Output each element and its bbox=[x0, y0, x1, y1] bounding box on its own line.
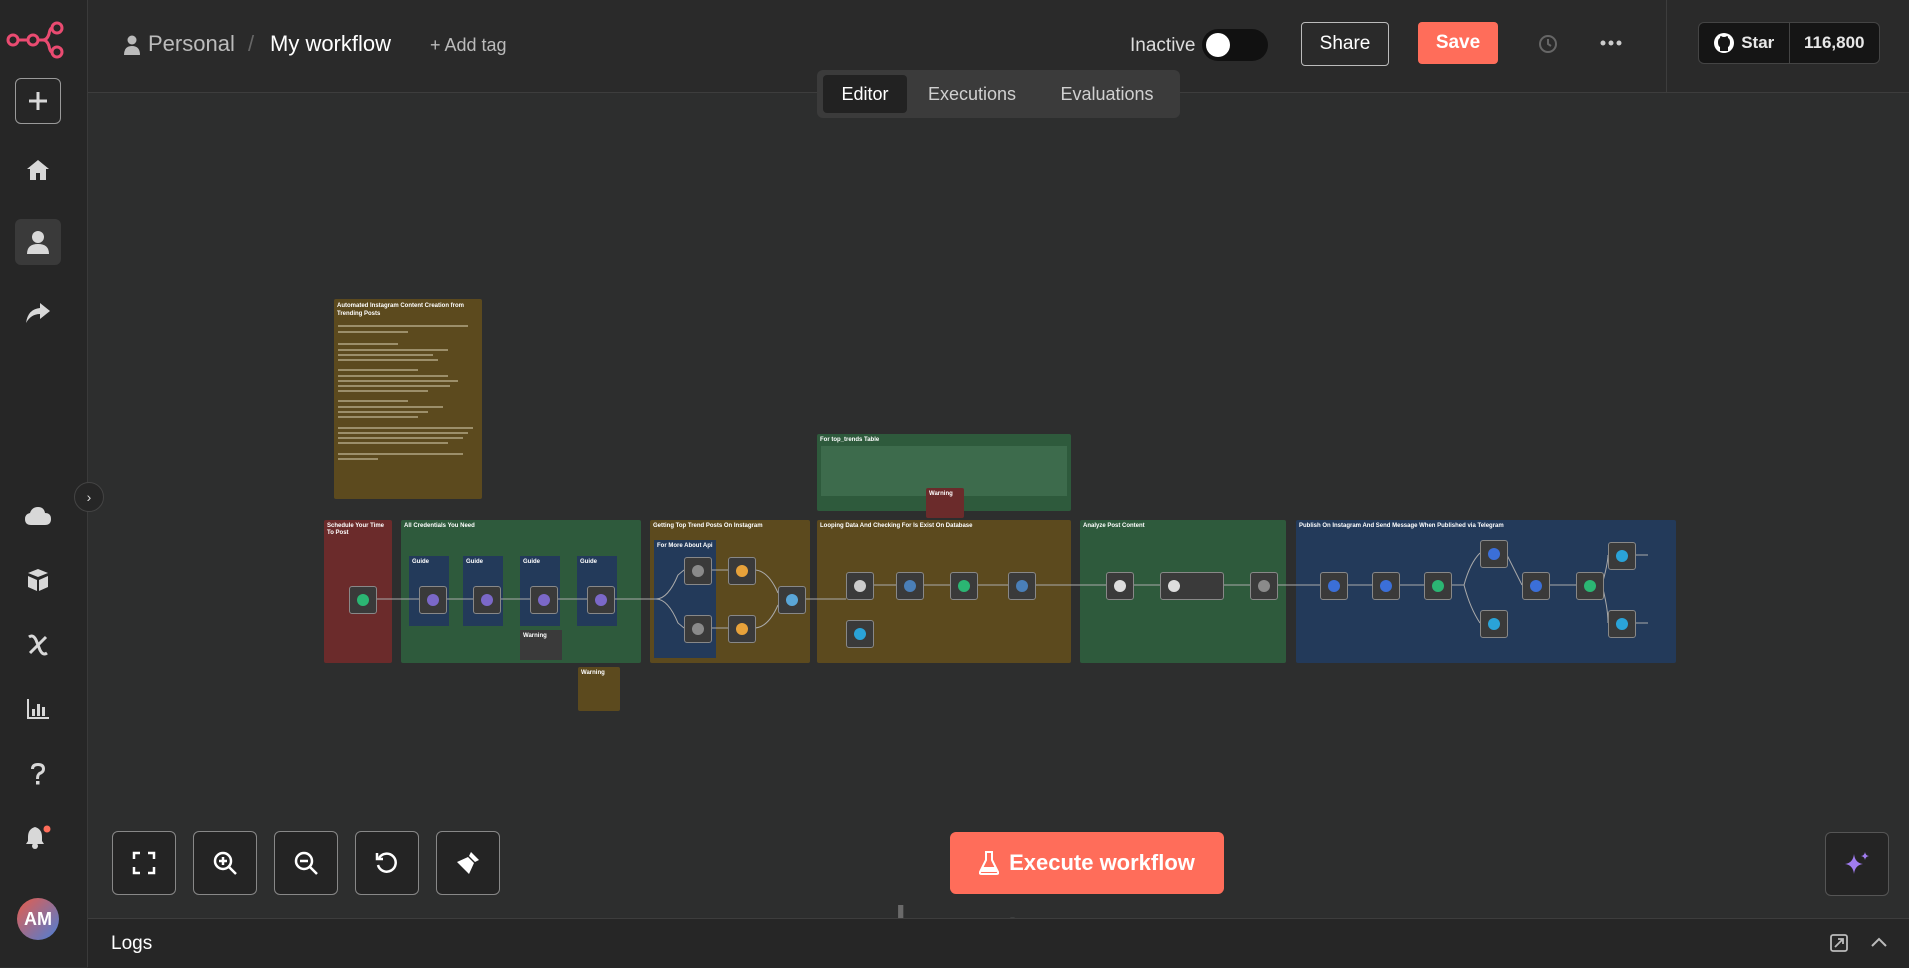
sidebar-item-insights[interactable] bbox=[15, 686, 61, 732]
share-button[interactable]: Share bbox=[1301, 22, 1389, 66]
fit-view-icon bbox=[132, 851, 156, 875]
popout-icon[interactable] bbox=[1830, 934, 1848, 952]
github-star-label: Star bbox=[1741, 33, 1775, 52]
sparkles-icon bbox=[1845, 852, 1869, 874]
tidy-up-button[interactable] bbox=[436, 831, 500, 895]
user-icon bbox=[124, 35, 140, 55]
if-node[interactable] bbox=[1424, 572, 1452, 600]
set-node[interactable] bbox=[419, 586, 447, 614]
sidebar-item-cloud[interactable] bbox=[15, 493, 61, 539]
loop-node[interactable] bbox=[846, 572, 874, 600]
facebook-node[interactable] bbox=[1522, 572, 1550, 600]
set-node[interactable] bbox=[473, 586, 501, 614]
flask-icon bbox=[979, 851, 1000, 875]
user-icon bbox=[27, 231, 49, 254]
github-icon bbox=[1714, 33, 1735, 53]
zoom-out-icon bbox=[294, 851, 318, 875]
logs-label: Logs bbox=[111, 933, 153, 954]
if-node[interactable] bbox=[1576, 572, 1604, 600]
workflow-canvas[interactable]: Automated Instagram Content Creation fro… bbox=[88, 93, 1909, 918]
github-star-count: 116,800 bbox=[1803, 33, 1865, 52]
http-request-node[interactable] bbox=[684, 615, 712, 643]
save-button[interactable]: Save bbox=[1418, 22, 1498, 64]
schedule-trigger-node[interactable] bbox=[349, 586, 377, 614]
logs-panel-bar[interactable]: Logs bbox=[88, 918, 1909, 968]
variables-icon bbox=[28, 634, 48, 656]
insights-icon bbox=[27, 699, 49, 719]
sidebar-item-help[interactable] bbox=[15, 751, 61, 797]
breadcrumb-separator: / bbox=[248, 31, 255, 56]
sidebar-item-templates[interactable] bbox=[15, 557, 61, 603]
ai-assistant-button[interactable] bbox=[1825, 832, 1889, 896]
add-tag-button[interactable]: + Add tag bbox=[430, 35, 507, 56]
sidebar-item-variables[interactable] bbox=[15, 622, 61, 668]
broom-icon bbox=[457, 852, 479, 874]
zoom-in-icon bbox=[213, 851, 237, 875]
divider bbox=[1666, 0, 1667, 92]
add-icon bbox=[29, 92, 47, 110]
more-options-icon[interactable] bbox=[1600, 40, 1622, 46]
bell-icon bbox=[26, 825, 51, 849]
history-icon[interactable] bbox=[1537, 33, 1559, 55]
facebook-node[interactable] bbox=[1480, 540, 1508, 568]
github-star-button[interactable]: Star 116,800 bbox=[1698, 22, 1880, 64]
http-request-node[interactable] bbox=[684, 557, 712, 585]
connections bbox=[362, 552, 1648, 629]
workflow-name[interactable]: My workflow bbox=[270, 31, 391, 57]
postgres-node[interactable] bbox=[896, 572, 924, 600]
breadcrumb-project[interactable]: Personal bbox=[148, 31, 235, 57]
code-node[interactable] bbox=[728, 615, 756, 643]
cloud-icon bbox=[25, 507, 51, 525]
set-node[interactable] bbox=[530, 586, 558, 614]
templates-icon bbox=[28, 569, 48, 591]
add-button[interactable] bbox=[15, 78, 61, 124]
openai-agent-node[interactable] bbox=[1160, 572, 1224, 600]
sidebar-item-notifications[interactable] bbox=[15, 814, 61, 860]
chevron-right-icon: › bbox=[86, 489, 92, 505]
facebook-node[interactable] bbox=[1372, 572, 1400, 600]
sidebar: AM bbox=[0, 0, 88, 967]
openai-node[interactable] bbox=[1106, 572, 1134, 600]
fit-view-button[interactable] bbox=[112, 831, 176, 895]
set-node[interactable] bbox=[587, 586, 615, 614]
share-icon bbox=[26, 303, 50, 323]
telegram-node[interactable] bbox=[1608, 542, 1636, 570]
code-node[interactable] bbox=[728, 557, 756, 585]
telegram-node[interactable] bbox=[1480, 610, 1508, 638]
home-icon bbox=[27, 160, 49, 180]
execute-workflow-button[interactable]: Execute workflow bbox=[950, 832, 1224, 894]
help-icon bbox=[31, 763, 45, 785]
sidebar-item-shared[interactable] bbox=[15, 290, 61, 336]
if-node[interactable] bbox=[950, 572, 978, 600]
postgres-node[interactable] bbox=[1008, 572, 1036, 600]
sidebar-item-home[interactable] bbox=[15, 147, 61, 193]
sidebar-item-personal[interactable] bbox=[15, 219, 61, 265]
chevron-up-icon[interactable] bbox=[1870, 936, 1888, 948]
undo-icon bbox=[375, 852, 397, 873]
zoom-out-button[interactable] bbox=[274, 831, 338, 895]
merge-node[interactable] bbox=[778, 586, 806, 614]
avatar[interactable]: AM bbox=[17, 898, 59, 940]
zoom-in-button[interactable] bbox=[193, 831, 257, 895]
telegram-node[interactable] bbox=[1608, 610, 1636, 638]
http-request-node[interactable] bbox=[1250, 572, 1278, 600]
reset-zoom-button[interactable] bbox=[355, 831, 419, 895]
active-toggle[interactable] bbox=[1202, 29, 1268, 61]
execute-workflow-label: Execute workflow bbox=[1009, 850, 1195, 875]
n8n-logo-icon[interactable] bbox=[5, 20, 67, 60]
telegram-node[interactable] bbox=[846, 620, 874, 648]
facebook-node[interactable] bbox=[1320, 572, 1348, 600]
status-label: Inactive bbox=[1130, 35, 1196, 56]
sidebar-collapse-button[interactable]: › bbox=[74, 482, 104, 512]
toggle-knob bbox=[1206, 33, 1230, 57]
